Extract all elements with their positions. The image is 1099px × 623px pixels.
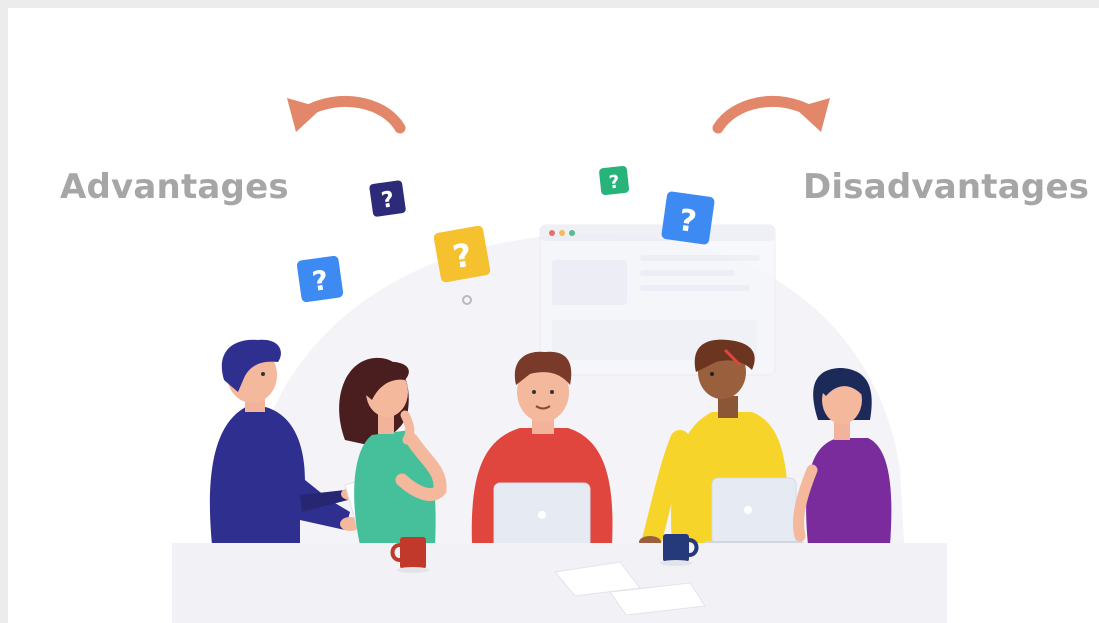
question-mark-icon: ?	[369, 180, 406, 217]
curved-arrow-right-icon	[712, 95, 830, 134]
disadvantages-label: Disadvantages	[803, 167, 1090, 207]
laptop-right	[704, 477, 804, 547]
question-glyph: ?	[608, 171, 621, 193]
question-mark-icon: ?	[433, 225, 491, 283]
question-mark-icon: ?	[296, 255, 344, 303]
illustration-frame: ? ? ? ? ? Advantages Disadvantages	[8, 8, 1099, 623]
table	[172, 543, 947, 623]
advantages-label: Advantages	[60, 167, 289, 207]
question-mark-icon: ?	[599, 166, 629, 195]
laptop-center	[485, 482, 599, 551]
question-mark-icon: ?	[661, 191, 715, 245]
curved-arrow-left-icon	[287, 95, 406, 134]
illustration-scene: ? ? ? ? ?	[172, 95, 947, 623]
